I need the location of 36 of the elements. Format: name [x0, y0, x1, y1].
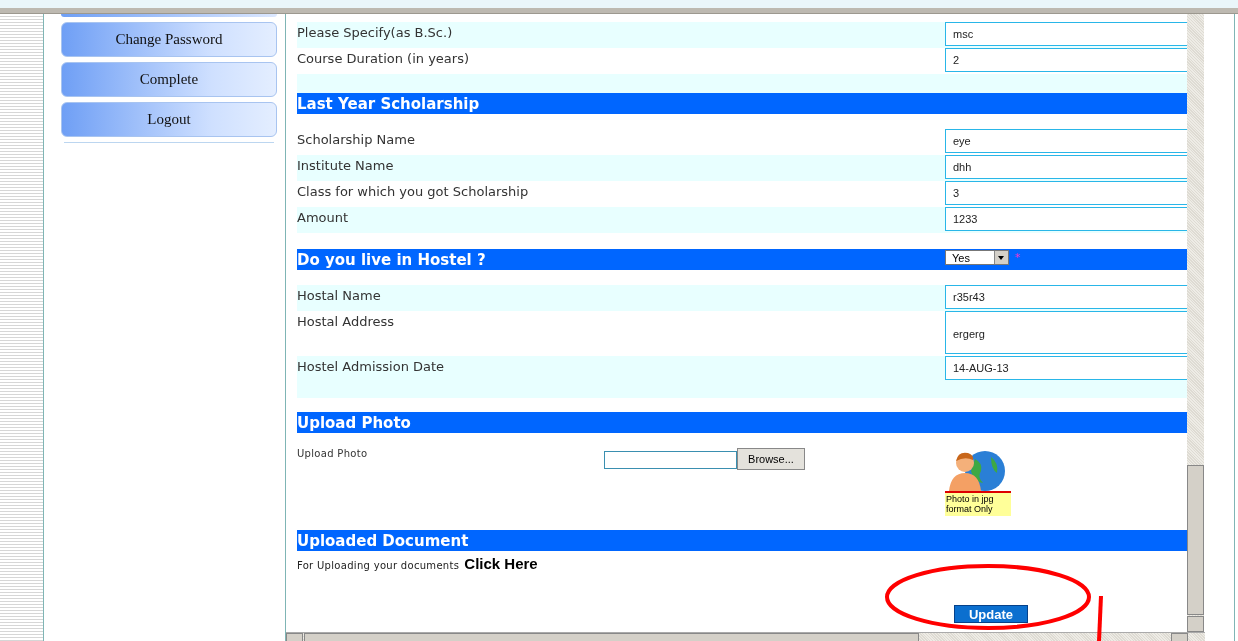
- address-textarea[interactable]: ergerg: [945, 311, 1187, 354]
- update-button[interactable]: Update: [954, 605, 1028, 623]
- section-title: Uploaded Document: [297, 531, 469, 550]
- upload-label: Upload Photo: [297, 448, 368, 459]
- text-input-field[interactable]: dhh: [945, 155, 1187, 179]
- field-label: Hostel Admission Date: [297, 358, 445, 374]
- section-title: Upload Photo: [297, 413, 411, 432]
- field-label: Course Duration (in years): [297, 50, 469, 66]
- field-label: Amount: [297, 209, 349, 225]
- field-label: Hostal Name: [297, 287, 381, 303]
- section-title: Do you live in Hostel ?: [297, 250, 486, 269]
- sidebar-menu-button[interactable]: Change Password: [61, 22, 277, 57]
- field-label: Hostal Address: [297, 313, 395, 329]
- required-mark: *: [1015, 251, 1021, 264]
- file-path-field[interactable]: [604, 451, 737, 469]
- field-label: Institute Name: [297, 157, 394, 173]
- browse-button[interactable]: Browse...: [737, 448, 805, 470]
- vertical-scrollbar[interactable]: [1187, 14, 1204, 632]
- field-label: Scholarship Name: [297, 131, 415, 147]
- text-input-field[interactable]: r35r43: [945, 285, 1187, 309]
- text-input-field[interactable]: 14-AUG-13: [945, 356, 1187, 380]
- text-input-field[interactable]: msc: [945, 22, 1187, 46]
- annotation-line: [1097, 595, 1103, 641]
- text-input-field[interactable]: 3: [945, 181, 1187, 205]
- text-input-field[interactable]: 2: [945, 48, 1187, 72]
- sidebar-menu-button[interactable]: Complete: [61, 62, 277, 97]
- section-title: Last Year Scholarship: [297, 94, 480, 113]
- upload-instruction-text: For Uploading your documents: [297, 560, 460, 571]
- photo-format-note: Photo in jpg format Only: [945, 491, 1011, 516]
- yes-no-dropdown[interactable]: Yes: [945, 250, 1009, 265]
- field-label: Please Specify(as B.Sc.): [297, 24, 453, 40]
- text-input-field[interactable]: eye: [945, 129, 1187, 153]
- text-input-field[interactable]: 1233: [945, 207, 1187, 231]
- click-here-link[interactable]: Click Here: [464, 555, 538, 572]
- sidebar-menu-button[interactable]: Logout: [61, 102, 277, 137]
- field-label: Class for which you got Scholarship: [297, 183, 529, 199]
